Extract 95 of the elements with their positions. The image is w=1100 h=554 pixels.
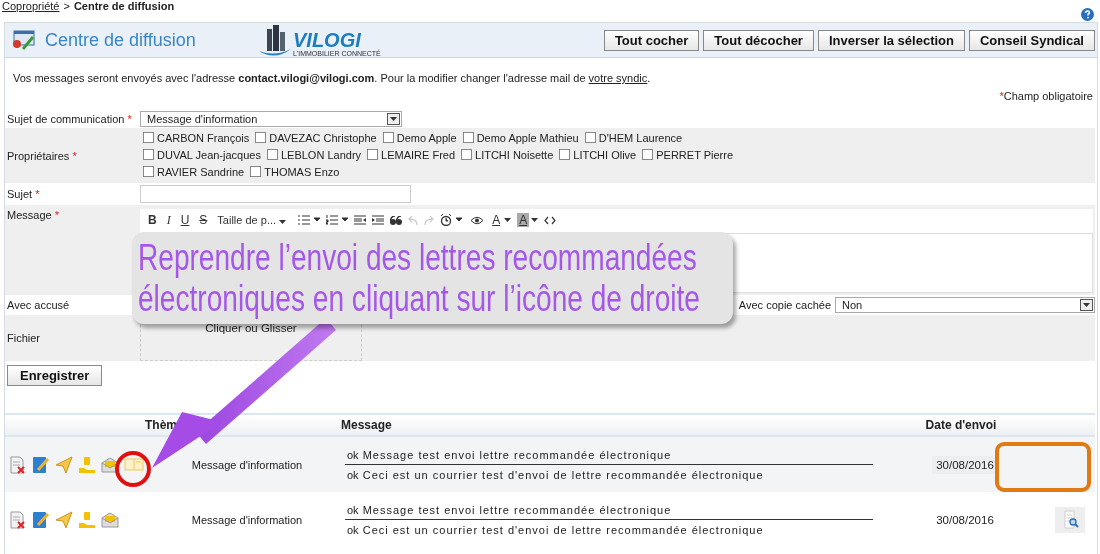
bold-button[interactable]: B (146, 213, 159, 227)
date-cell: 30/08/2016 (932, 455, 998, 474)
save-button[interactable]: Enregistrer (7, 365, 103, 386)
field-label: Propriétaires * (7, 149, 77, 162)
owner-checkbox[interactable] (462, 132, 474, 143)
column-header: Thèm (145, 418, 177, 432)
caret-icon[interactable] (504, 218, 512, 222)
required-note: *Champ obligatoire (999, 90, 1093, 102)
status-text: ok (347, 524, 359, 536)
owner-name: RAVIER Sandrine (157, 166, 245, 178)
owner-checkbox[interactable] (584, 132, 596, 143)
outdent-icon[interactable] (354, 215, 367, 225)
owner-name: CARBON François (157, 132, 250, 144)
italic-button[interactable]: I (164, 212, 173, 228)
envelope-icon[interactable] (101, 456, 119, 473)
field-label: Message * (7, 209, 59, 221)
message-cell: Message test envoi lettre recommandée électronique (362, 449, 672, 461)
owner-name: LEBLON Landry (280, 149, 362, 161)
owner-checkbox[interactable] (143, 166, 154, 177)
owner-name: LITCHI Olive (573, 149, 637, 161)
caret-icon[interactable] (390, 117, 397, 121)
column-header: Date d'envoi (925, 418, 997, 432)
underline-button[interactable]: U (178, 213, 192, 227)
indent-icon[interactable] (372, 215, 385, 225)
logo-wordmark: VILOGI (293, 30, 361, 50)
selection-button[interactable]: Tout cocher (603, 29, 700, 51)
owner-checkbox[interactable] (559, 149, 571, 160)
eye-icon[interactable] (470, 215, 485, 225)
owner-name: LEMAIRE Fred (381, 149, 456, 161)
theme-cell: Message d'information (191, 458, 303, 471)
owner-name: D'HEM Laurence (598, 132, 683, 144)
status-text: ok (347, 504, 359, 516)
field-label: Sujet * (7, 188, 40, 200)
envelope-icon[interactable] (101, 511, 119, 528)
paper-plane-icon[interactable] (55, 510, 73, 529)
edit-icon[interactable] (32, 510, 50, 529)
page-title: Centre de diffusion (45, 29, 197, 51)
status-text: ok (347, 469, 359, 481)
code-view-icon[interactable] (544, 215, 557, 225)
field-label: Fichier (7, 332, 40, 344)
selection-button[interactable]: Tout décocher (703, 29, 814, 51)
owner-name: DAVEZAC Christophe (269, 132, 377, 144)
owner-name: PERRET Pierre (656, 149, 734, 161)
field-label: Avec copie cachée (738, 299, 831, 311)
column-header: Message (341, 418, 392, 432)
caret-icon[interactable] (279, 220, 287, 224)
quote-icon[interactable] (390, 215, 403, 225)
message-cell: Ceci est un courrier test d'envoi de lettre recommandée électronique (362, 524, 764, 536)
owner-name: THOMAS Enzo (264, 166, 340, 178)
owner-checkbox[interactable] (143, 149, 154, 160)
message-cell: Message test envoi lettre recommandée électronique (362, 504, 672, 516)
delete-document-icon[interactable] (9, 510, 27, 529)
edit-icon[interactable] (32, 455, 50, 474)
bullet-list-icon[interactable] (298, 215, 321, 225)
subject-input[interactable] (140, 185, 411, 203)
callout-text: Reprendre l’envoi des lettres recommandées (138, 237, 697, 278)
document-preview-icon[interactable] (1055, 506, 1085, 533)
breadcrumb-current: Centre de diffusion (73, 0, 175, 12)
bcc-select[interactable]: Non (835, 297, 1095, 313)
date-cell-text: 30/08/2016 (935, 512, 995, 528)
owner-checkbox[interactable] (461, 149, 473, 160)
owner-checkbox[interactable] (382, 132, 394, 143)
highlight-color-button[interactable]: A (517, 213, 530, 227)
communication-select[interactable]: Message d'information (140, 111, 402, 127)
owner-checkbox[interactable] (367, 149, 379, 160)
alarm-clock-icon[interactable] (440, 214, 465, 226)
caret-icon[interactable] (531, 218, 539, 222)
owner-checkbox[interactable] (255, 132, 267, 143)
field-label: Sujet de communication * (7, 113, 132, 125)
font-color-button[interactable]: A (490, 213, 503, 227)
owner-checkbox[interactable] (642, 149, 654, 160)
breadcrumb-link[interactable]: Copropriété (2, 0, 60, 12)
highlight-circle (115, 451, 151, 487)
caret-icon[interactable] (1083, 303, 1090, 307)
selection-button[interactable]: Inverser la sélection (817, 29, 965, 51)
numbered-list-icon[interactable] (326, 215, 349, 225)
owner-name: Demo Apple (396, 132, 457, 144)
breadcrumb-separator: > (63, 0, 70, 12)
paper-plane-icon[interactable] (55, 455, 73, 474)
owner-name: LITCHI Noisette (475, 149, 554, 161)
owner-name: Demo Apple Mathieu (476, 132, 579, 144)
message-cell: Ceci est un courrier test d'envoi de lettre recommandée électronique (362, 469, 764, 481)
owner-checkbox[interactable] (143, 132, 154, 143)
delete-document-icon[interactable] (9, 455, 27, 474)
strikethrough-button[interactable]: S (197, 213, 210, 227)
owner-checkbox[interactable] (250, 166, 262, 177)
theme-cell: Message d'information (191, 513, 303, 526)
field-label: Avec accusé (7, 299, 70, 311)
status-text: ok (347, 449, 359, 461)
info-text: Vos messages seront envoyés avec l'adresse contact.vilogi@vilogi.com. Pour la modifier changer l'adresse mail de votre syndic. (12, 71, 652, 86)
font-size-dropdown[interactable]: Taille de p... (215, 214, 289, 226)
owner-checkbox[interactable] (266, 149, 278, 160)
selection-button[interactable]: Conseil Syndical (968, 29, 1095, 51)
owner-name: DUVAL Jean-jacques (157, 149, 261, 161)
help-icon[interactable] (1081, 8, 1094, 21)
